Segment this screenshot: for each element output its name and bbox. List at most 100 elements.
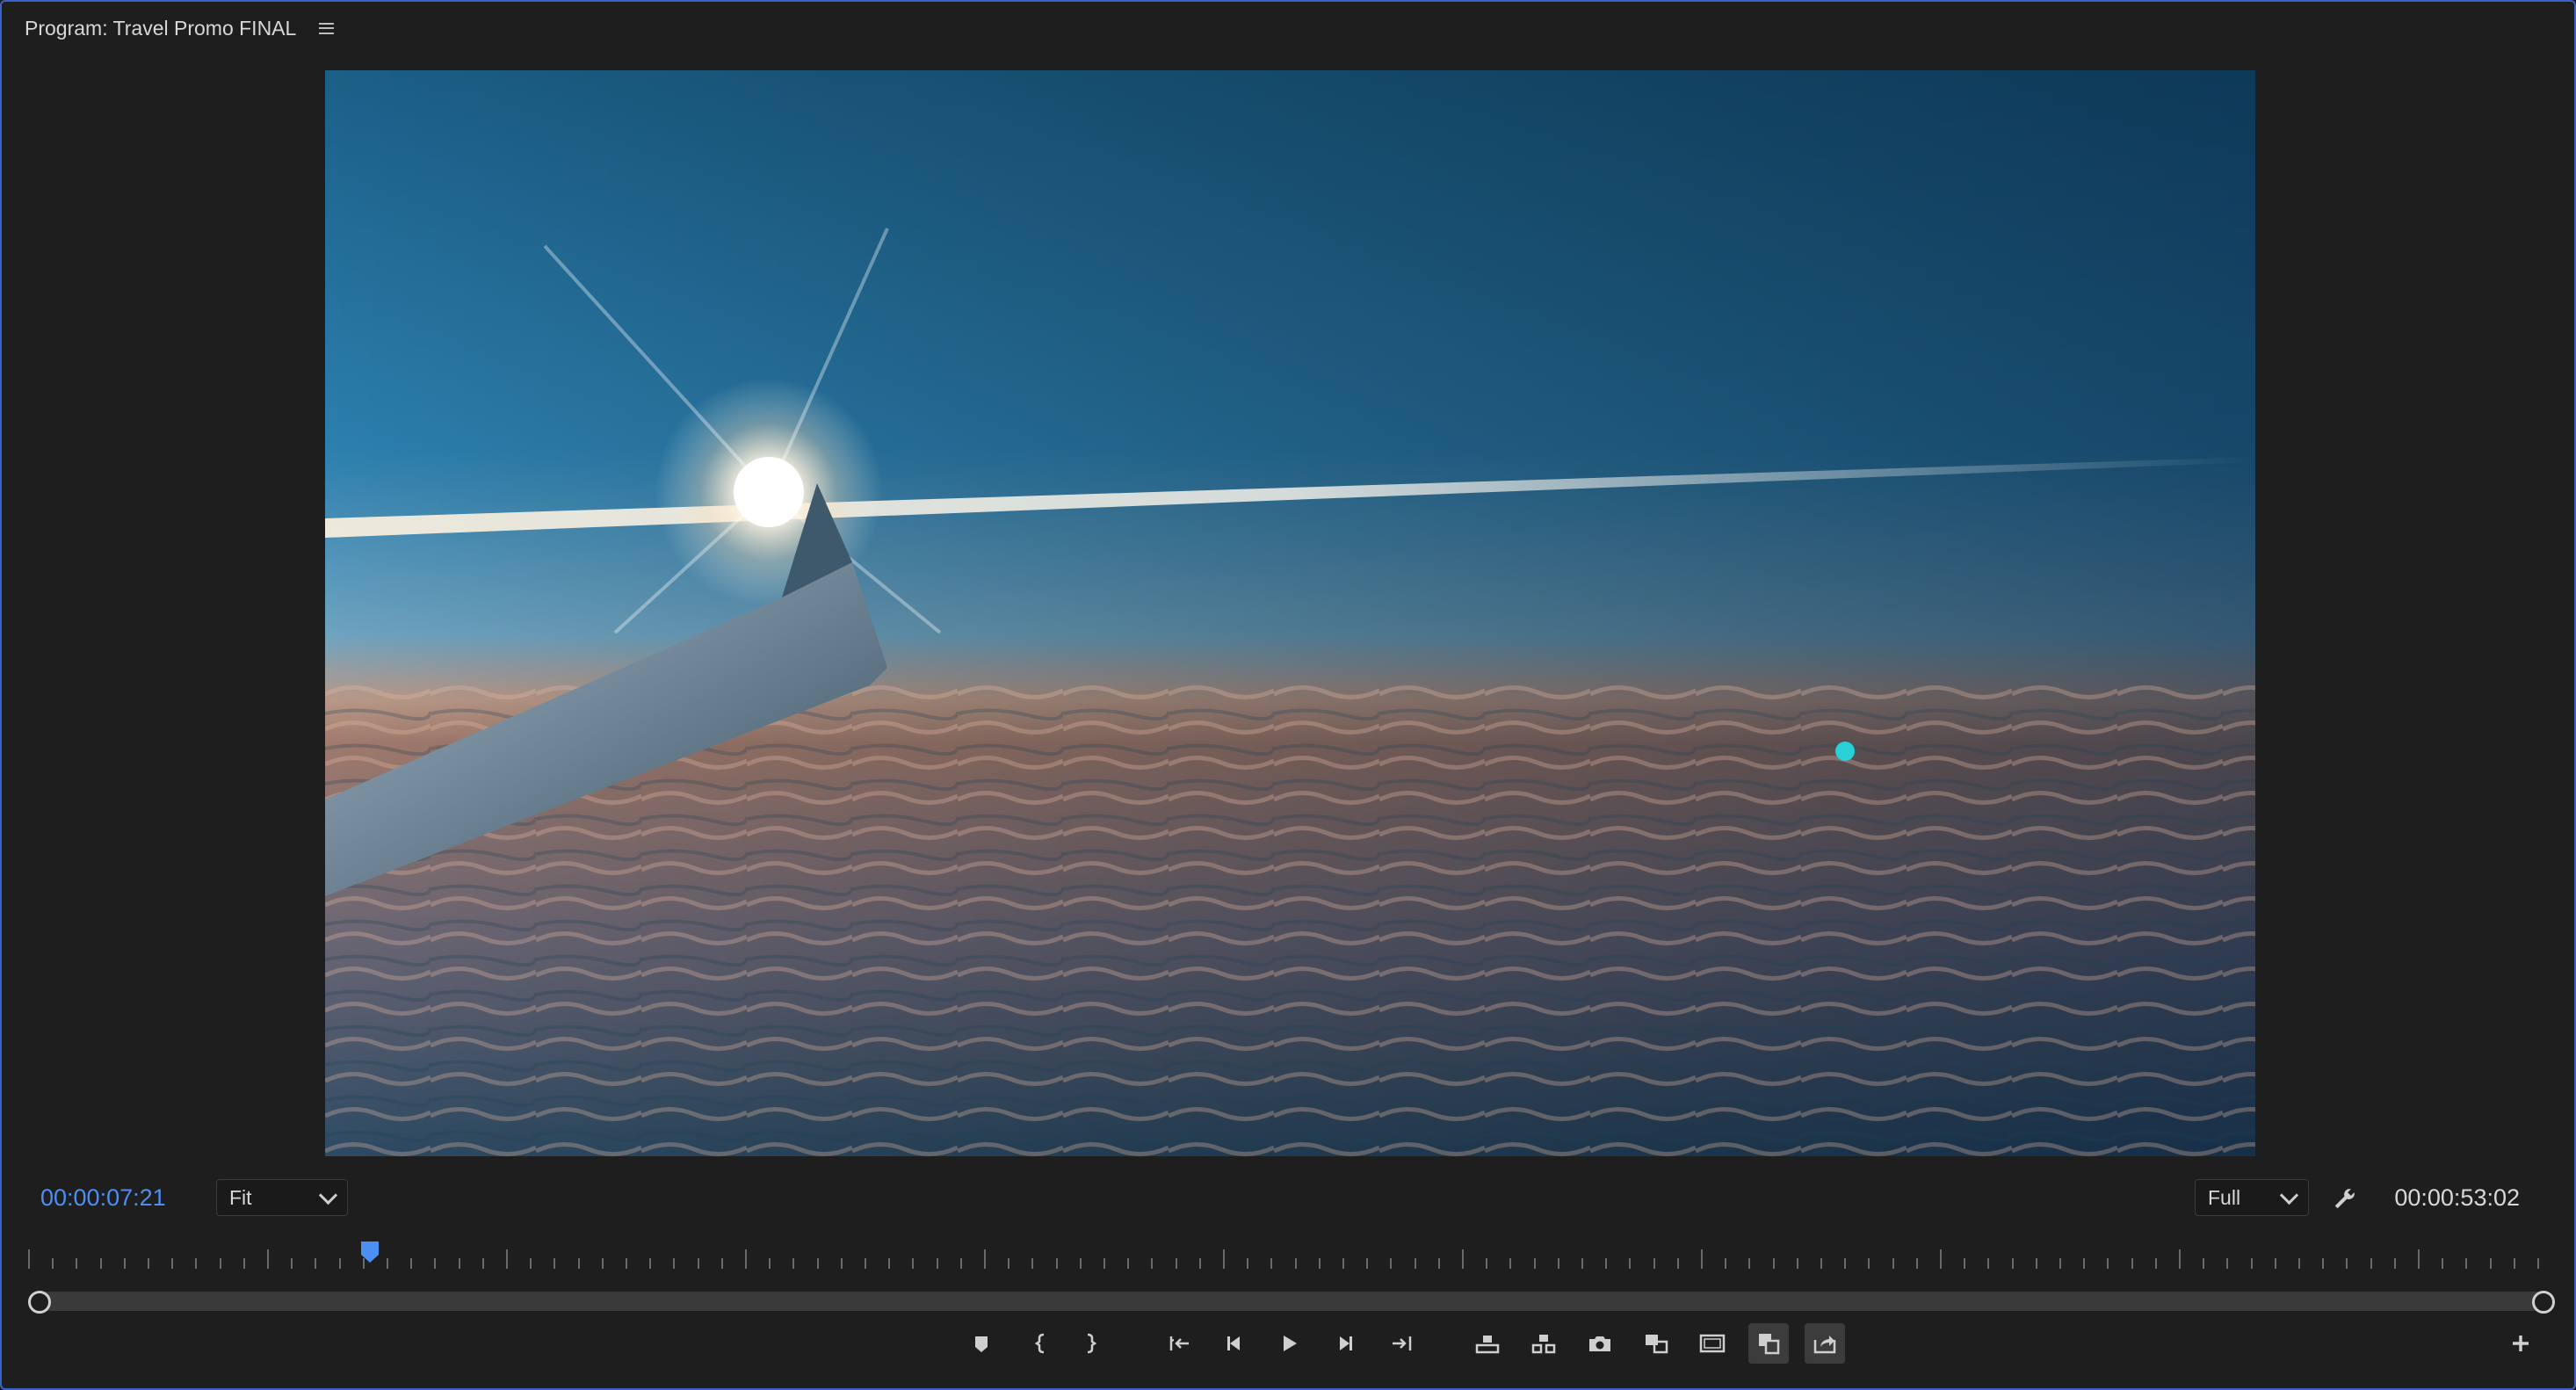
mark-in-icon[interactable] <box>1021 1323 1061 1364</box>
ruler-tick <box>1127 1258 1129 1269</box>
ruler-tick <box>291 1258 293 1269</box>
ruler-tick <box>888 1258 890 1269</box>
ruler-tick <box>1295 1258 1297 1269</box>
ruler-tick <box>2514 1258 2515 1269</box>
export-icon[interactable] <box>1805 1323 1845 1364</box>
ruler-tick <box>554 1258 555 1269</box>
ruler-tick <box>2131 1258 2133 1269</box>
panel-title[interactable]: Program: Travel Promo FINAL <box>25 17 296 40</box>
zoom-level-value: Fit <box>229 1185 252 1209</box>
ruler-tick <box>937 1258 938 1269</box>
ruler-tick <box>1008 1258 1009 1269</box>
ruler-tick <box>171 1258 173 1269</box>
ruler-tick <box>602 1258 604 1269</box>
ruler-tick <box>100 1258 102 1269</box>
ruler-tick <box>1629 1258 1631 1269</box>
ruler-tick <box>2179 1249 2181 1269</box>
ruler-tick <box>124 1258 126 1269</box>
panel-header: Program: Travel Promo FINAL <box>25 11 335 46</box>
step-forward-icon[interactable] <box>1325 1323 1365 1364</box>
ruler-tick <box>865 1258 866 1269</box>
add-button-icon[interactable] <box>2500 1323 2541 1364</box>
ruler-tick <box>1653 1258 1655 1269</box>
extract-icon[interactable] <box>1523 1323 1564 1364</box>
ruler-tick <box>2226 1258 2228 1269</box>
ruler-tick <box>76 1258 77 1269</box>
ruler-tick <box>148 1258 149 1269</box>
export-frame-icon[interactable] <box>1580 1323 1620 1364</box>
ruler-tick <box>1415 1258 1416 1269</box>
ruler-tick <box>698 1258 699 1269</box>
add-marker-icon[interactable] <box>961 1323 1002 1364</box>
ruler-tick <box>578 1258 580 1269</box>
ruler-tick <box>243 1258 245 1269</box>
zoom-level-select[interactable]: Fit <box>216 1179 348 1216</box>
ruler-tick <box>1916 1258 1918 1269</box>
zoom-scrollbar-left-handle[interactable] <box>28 1291 51 1314</box>
ruler-tick <box>1103 1258 1105 1269</box>
ruler-tick <box>2537 1258 2539 1269</box>
ruler-tick <box>52 1258 54 1269</box>
ruler-tick <box>1581 1258 1583 1269</box>
ruler-tick <box>1940 1249 1942 1269</box>
ruler-tick <box>2370 1258 2372 1269</box>
ruler-tick <box>2298 1258 2300 1269</box>
ruler-tick <box>1868 1258 1870 1269</box>
ruler-tick <box>721 1258 723 1269</box>
ruler-tick <box>2251 1258 2253 1269</box>
comparison-view-icon[interactable] <box>1636 1323 1676 1364</box>
ruler-tick <box>1534 1258 1536 1269</box>
ruler-tick <box>649 1258 651 1269</box>
play-icon[interactable] <box>1269 1323 1309 1364</box>
ruler-tick <box>2203 1258 2204 1269</box>
current-timecode[interactable]: 00:00:07:21 <box>40 1184 166 1212</box>
ruler-tick <box>841 1258 843 1269</box>
zoom-scrollbar-right-handle[interactable] <box>2532 1291 2555 1314</box>
ruler-tick <box>1820 1258 1822 1269</box>
step-back-icon[interactable] <box>1214 1323 1255 1364</box>
video-preview[interactable] <box>325 70 2255 1156</box>
ruler-tick <box>1247 1258 1248 1269</box>
mark-out-icon[interactable] <box>1070 1323 1111 1364</box>
ruler-tick <box>195 1258 197 1269</box>
ruler-tick <box>960 1258 962 1269</box>
ruler-tick <box>434 1258 436 1269</box>
ruler-tick <box>745 1249 747 1269</box>
lift-icon[interactable] <box>1467 1323 1508 1364</box>
ruler-tick <box>1223 1249 1225 1269</box>
ruler-tick <box>339 1258 341 1269</box>
program-monitor-panel: Program: Travel Promo FINAL 00:00:07:21 … <box>0 0 2576 1390</box>
time-ruler[interactable] <box>28 1242 2541 1269</box>
video-frame <box>325 70 2255 1156</box>
ruler-tick <box>1964 1258 1965 1269</box>
settings-wrench-icon[interactable] <box>2332 1185 2358 1212</box>
ruler-tick <box>1342 1258 1344 1269</box>
ruler-tick <box>387 1258 388 1269</box>
ruler-tick <box>530 1258 532 1269</box>
toggle-proxies-icon[interactable] <box>1748 1323 1789 1364</box>
playhead[interactable] <box>360 1241 380 1263</box>
resolution-value: Full <box>2208 1185 2241 1209</box>
ruler-tick <box>1270 1258 1272 1269</box>
go-to-out-icon[interactable] <box>1381 1323 1422 1364</box>
ruler-tick <box>673 1258 675 1269</box>
zoom-scrollbar[interactable] <box>28 1292 2550 1311</box>
ruler-tick <box>506 1249 508 1269</box>
panel-menu-icon[interactable] <box>319 22 335 34</box>
ruler-tick <box>626 1258 627 1269</box>
ruler-tick <box>1151 1258 1153 1269</box>
playback-resolution-select[interactable]: Full <box>2195 1179 2309 1216</box>
ruler-tick <box>984 1249 986 1269</box>
ruler-tick <box>267 1249 269 1269</box>
ruler-tick <box>2346 1258 2348 1269</box>
ruler-tick <box>28 1249 30 1269</box>
ruler-tick <box>1438 1258 1440 1269</box>
ruler-tick <box>1199 1258 1201 1269</box>
ruler-tick <box>1390 1258 1392 1269</box>
safe-margins-icon[interactable] <box>1692 1323 1733 1364</box>
ruler-tick <box>1773 1258 1775 1269</box>
ruler-tick <box>1892 1258 1894 1269</box>
ruler-tick <box>459 1258 460 1269</box>
go-to-in-icon[interactable] <box>1160 1323 1200 1364</box>
chevron-down-icon <box>318 1185 338 1205</box>
